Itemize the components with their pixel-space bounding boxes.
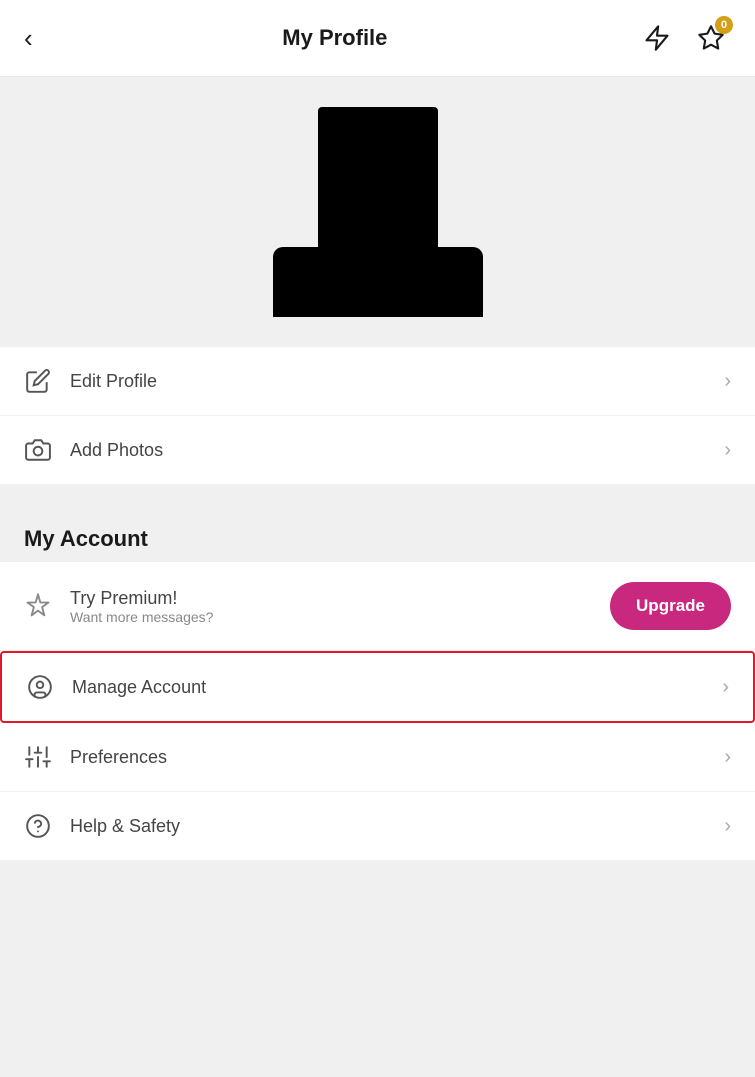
- notification-badge: 0: [715, 16, 733, 34]
- preferences-item[interactable]: Preferences ›: [0, 723, 755, 792]
- sparkle-svg: [24, 592, 52, 620]
- my-account-title: My Account: [24, 526, 148, 551]
- sliders-svg: [25, 744, 51, 770]
- edit-profile-left: Edit Profile: [24, 367, 157, 395]
- help-safety-left: Help & Safety: [24, 812, 180, 840]
- profile-actions-card: Edit Profile › Add Photos ›: [0, 347, 755, 484]
- manage-account-label: Manage Account: [72, 677, 206, 698]
- add-photos-label: Add Photos: [70, 440, 163, 461]
- user-circle-svg: [27, 674, 53, 700]
- manage-account-item[interactable]: Manage Account ›: [0, 651, 755, 723]
- pencil-icon: [24, 367, 52, 395]
- section-separator: [0, 496, 755, 508]
- preferences-label: Preferences: [70, 747, 167, 768]
- manage-account-chevron: ›: [722, 676, 729, 699]
- premium-subtitle: Want more messages?: [70, 609, 213, 625]
- help-safety-chevron: ›: [724, 815, 731, 838]
- flash-icon-button[interactable]: [637, 18, 677, 58]
- account-section-card: Try Premium! Want more messages? Upgrade…: [0, 562, 755, 860]
- avatar: [278, 117, 478, 317]
- avatar-section: [0, 77, 755, 347]
- edit-profile-chevron: ›: [724, 370, 731, 393]
- pencil-svg: [25, 368, 51, 394]
- help-safety-label: Help & Safety: [70, 816, 180, 837]
- avatar-silhouette: [273, 107, 483, 317]
- silhouette-shoulders: [273, 247, 483, 317]
- premium-title: Try Premium!: [70, 588, 213, 609]
- sparkle-icon: [24, 592, 52, 620]
- edit-profile-item[interactable]: Edit Profile ›: [0, 347, 755, 416]
- help-safety-item[interactable]: Help & Safety ›: [0, 792, 755, 860]
- back-button[interactable]: ‹: [24, 25, 33, 51]
- favorites-icon-button[interactable]: 0: [691, 18, 731, 58]
- header: ‹ My Profile 0: [0, 0, 755, 77]
- add-photos-chevron: ›: [724, 439, 731, 462]
- header-right: 0: [637, 18, 731, 58]
- premium-banner: Try Premium! Want more messages? Upgrade: [0, 562, 755, 651]
- camera-svg: [25, 437, 51, 463]
- preferences-chevron: ›: [724, 746, 731, 769]
- page-title: My Profile: [282, 25, 387, 51]
- help-circle-icon: [24, 812, 52, 840]
- manage-account-left: Manage Account: [26, 673, 206, 701]
- preferences-left: Preferences: [24, 743, 167, 771]
- sliders-icon: [24, 743, 52, 771]
- add-photos-item[interactable]: Add Photos ›: [0, 416, 755, 484]
- edit-profile-label: Edit Profile: [70, 371, 157, 392]
- my-account-section-header: My Account: [0, 508, 755, 562]
- user-circle-icon: [26, 673, 54, 701]
- add-photos-left: Add Photos: [24, 436, 163, 464]
- help-circle-svg: [25, 813, 51, 839]
- premium-left: Try Premium! Want more messages?: [24, 588, 213, 625]
- header-left: ‹: [24, 25, 33, 51]
- flash-icon: [643, 24, 671, 52]
- upgrade-button[interactable]: Upgrade: [610, 582, 731, 630]
- premium-text-block: Try Premium! Want more messages?: [70, 588, 213, 625]
- silhouette-head: [318, 107, 438, 247]
- camera-icon: [24, 436, 52, 464]
